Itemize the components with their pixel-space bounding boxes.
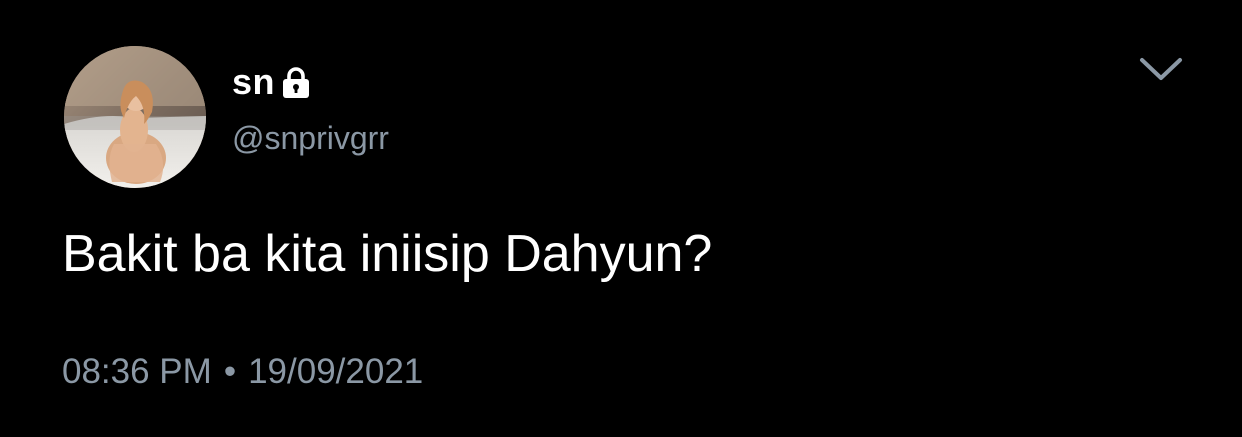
avatar-photo — [64, 46, 206, 188]
author-handle[interactable]: @snprivgrr — [232, 120, 389, 157]
tweet-time: 08:36 PM — [62, 352, 212, 391]
author-name-row: sn — [232, 60, 311, 104]
tweet-card: sn @snprivgrr Bakit ba kita iniisip Dahy… — [0, 0, 1242, 437]
chevron-down-icon[interactable] — [1138, 54, 1184, 84]
avatar[interactable] — [64, 46, 206, 188]
tweet-text: Bakit ba kita iniisip Dahyun? — [62, 225, 713, 283]
tweet-timestamp[interactable]: 08:36 PM • 19/09/2021 — [62, 352, 423, 392]
tweet-date: 19/09/2021 — [248, 352, 424, 391]
timestamp-separator: • — [223, 352, 237, 391]
lock-icon — [281, 66, 311, 100]
display-name[interactable]: sn — [232, 61, 275, 103]
